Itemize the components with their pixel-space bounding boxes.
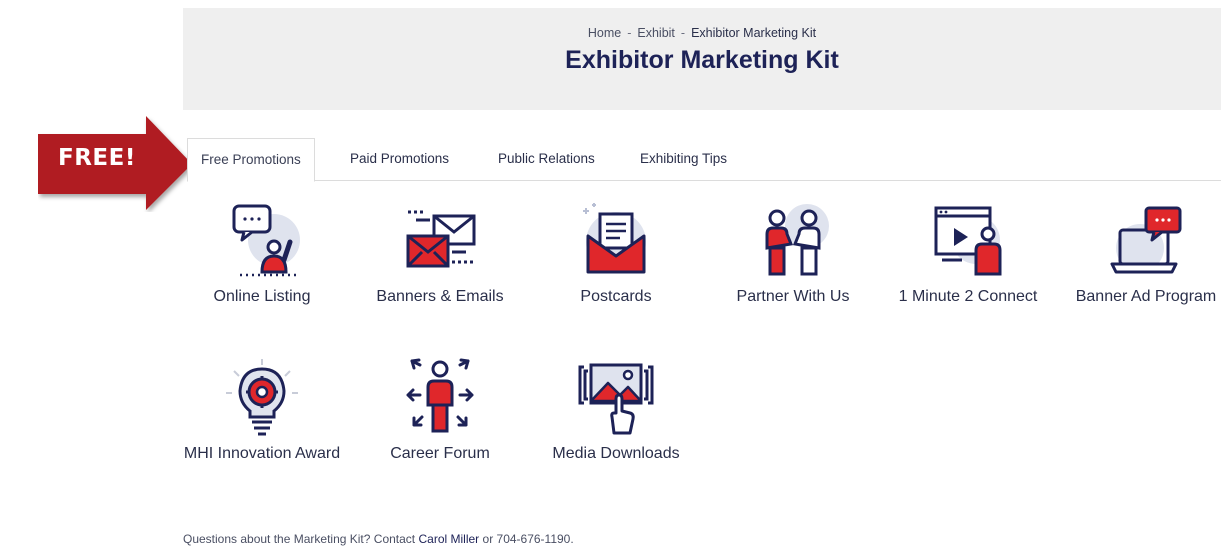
lightbulb-gear-icon (226, 359, 298, 436)
tile-label: MHI Innovation Award (183, 445, 341, 462)
tile-media-downloads[interactable]: Media Downloads (536, 357, 696, 468)
page-header: Home - Exhibit - Exhibitor Marketing Kit Exh… (183, 8, 1221, 110)
tile-1-minute-2-connect[interactable]: 1 Minute 2 Connect (888, 200, 1048, 311)
footer-contact: Questions about the Marketing Kit? Conta… (183, 532, 574, 546)
tile-label: Career Forum (390, 445, 490, 462)
tile-label: 1 Minute 2 Connect (898, 288, 1038, 305)
tile-online-listing[interactable]: Online Listing (182, 200, 342, 311)
chat-person-icon (232, 204, 300, 277)
breadcrumb-current: Exhibitor Marketing Kit (691, 26, 817, 40)
tile-partner-with-us[interactable]: Partner With Us (713, 200, 873, 311)
video-presenter-icon (934, 206, 1002, 276)
breadcrumb: Home - Exhibit - Exhibitor Marketing Kit (183, 26, 1221, 40)
breadcrumb-exhibit[interactable]: Exhibit (637, 26, 675, 40)
tab-paid-promotions[interactable]: Paid Promotions (350, 138, 449, 181)
tile-mhi-innovation-award[interactable]: MHI Innovation Award (182, 357, 342, 468)
contact-link[interactable]: Carol Miller (418, 532, 479, 546)
page-title: Exhibitor Marketing Kit (565, 46, 839, 74)
tile-label: Banner Ad Program (1075, 288, 1217, 305)
footer-text: Questions about the Marketing Kit? Conta… (183, 532, 416, 546)
tab-exhibiting-tips[interactable]: Exhibiting Tips (640, 138, 727, 181)
breadcrumb-home[interactable]: Home (588, 26, 621, 40)
free-callout-label: FREE! (58, 145, 136, 171)
breadcrumb-separator: - (627, 26, 632, 40)
breadcrumb-separator: - (680, 26, 686, 40)
tile-postcards[interactable]: Postcards (536, 200, 696, 311)
footer-phone: or 704-676-1190. (482, 532, 574, 546)
tile-label: Banners & Emails (376, 288, 504, 305)
tile-label: Partner With Us (736, 288, 850, 305)
tile-career-forum[interactable]: Career Forum (360, 357, 520, 468)
laptop-ad-icon (1110, 206, 1182, 274)
postcard-envelope-icon (583, 203, 646, 274)
tab-bar: Free Promotions Paid Promotions Public R… (187, 138, 1221, 182)
tile-label: Postcards (580, 288, 652, 305)
envelopes-icon (406, 210, 476, 268)
tile-banner-ad-program[interactable]: Banner Ad Program (1066, 200, 1221, 311)
career-network-icon (406, 358, 474, 433)
handshake-people-icon (765, 204, 829, 276)
tile-label: Media Downloads (552, 445, 680, 462)
image-touch-icon (578, 363, 654, 435)
tile-banners-emails[interactable]: Banners & Emails (360, 200, 520, 311)
tile-label: Online Listing (213, 288, 311, 305)
tab-free-promotions[interactable]: Free Promotions (187, 138, 315, 182)
tab-public-relations[interactable]: Public Relations (498, 138, 595, 181)
